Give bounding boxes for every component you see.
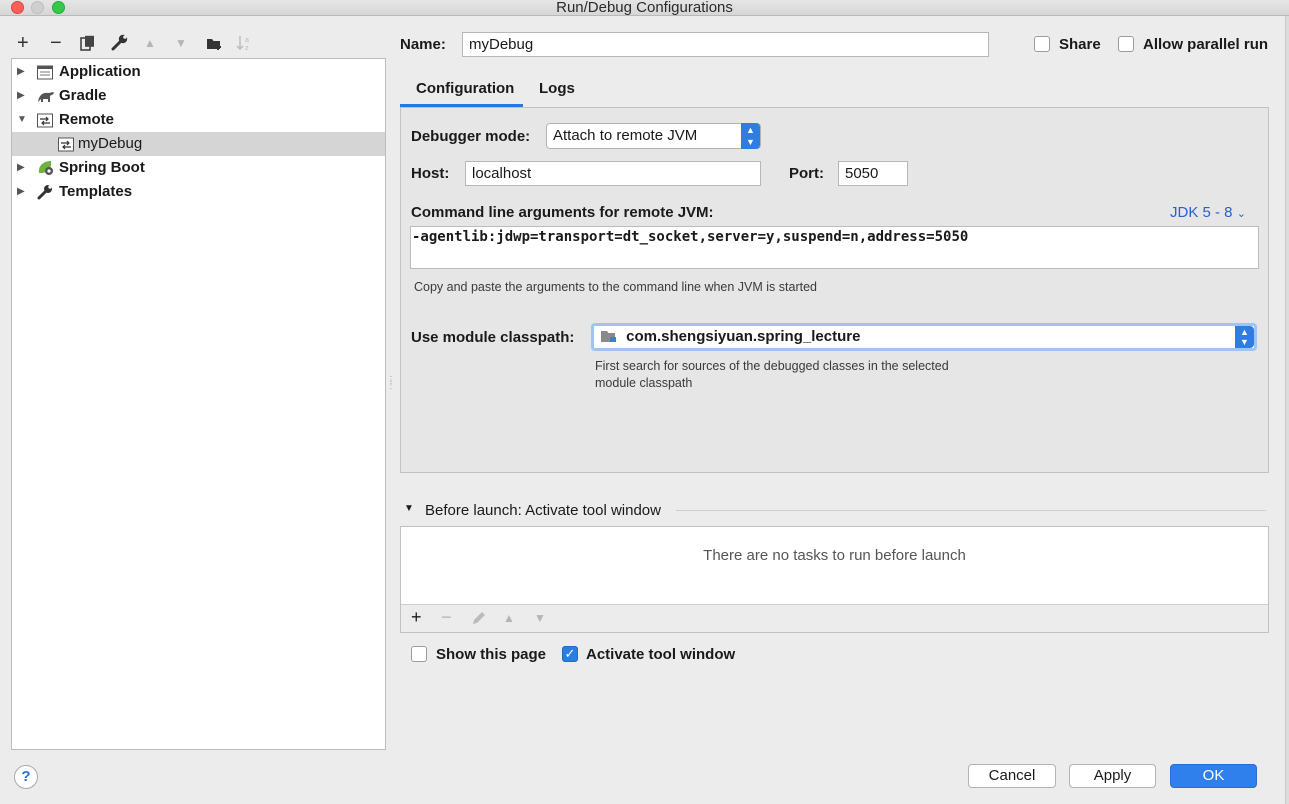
port-label: Port: <box>789 165 824 182</box>
expand-arrow-icon[interactable]: ▶ <box>17 60 25 84</box>
allow-parallel-run-checkbox[interactable] <box>1118 36 1134 52</box>
tree-item-gradle[interactable]: ▶ Gradle <box>12 84 385 108</box>
edit-pencil-icon[interactable] <box>471 610 487 631</box>
title-bar: Run/Debug Configurations <box>0 0 1289 16</box>
module-folder-icon <box>600 328 618 350</box>
tree-item-templates[interactable]: ▶ Templates <box>12 180 385 204</box>
move-up-button[interactable]: ▲ <box>144 32 156 54</box>
gradle-icon <box>37 88 54 103</box>
svg-text:a: a <box>245 37 249 44</box>
background-window-edge <box>1285 16 1289 804</box>
tree-item-label: myDebug <box>78 135 143 152</box>
move-task-up-button[interactable]: ▲ <box>503 611 515 625</box>
tree-item-remote[interactable]: ▼ Remote <box>12 108 385 132</box>
name-field[interactable]: myDebug <box>462 32 989 57</box>
host-field[interactable]: localhost <box>465 161 761 186</box>
splitter-handle[interactable]: ⋮ ⋮ <box>386 376 396 391</box>
spring-boot-icon <box>37 160 53 175</box>
command-line-hint: Copy and paste the arguments to the comm… <box>414 280 817 294</box>
tree-item-label: Spring Boot <box>59 159 145 176</box>
chevron-updown-icon: ▲ ▼ <box>1235 326 1254 348</box>
ok-button[interactable]: OK <box>1170 764 1257 788</box>
tree-item-label: Gradle <box>59 87 107 104</box>
remove-task-button[interactable]: − <box>441 607 452 628</box>
allow-parallel-run-label: Allow parallel run <box>1143 36 1269 53</box>
name-label: Name: <box>400 36 446 53</box>
chevron-down-icon: ⌄ <box>1236 208 1246 220</box>
share-checkbox[interactable] <box>1034 36 1050 52</box>
debugger-mode-value: Attach to remote JVM <box>553 127 698 144</box>
host-label: Host: <box>411 165 450 182</box>
tree-item-label: Application <box>59 63 141 80</box>
copy-icon[interactable] <box>80 34 95 56</box>
collapse-arrow-icon[interactable]: ▼ <box>17 108 27 132</box>
classpath-hint-line: First search for sources of the debugged… <box>595 359 949 373</box>
share-label: Share <box>1059 36 1101 53</box>
debugger-mode-select[interactable]: Attach to remote JVM ▲ ▼ <box>546 123 761 149</box>
expand-arrow-icon[interactable]: ▶ <box>17 180 25 204</box>
help-button[interactable]: ? <box>14 765 38 789</box>
before-launch-title: Before launch: Activate tool window <box>425 502 661 519</box>
add-task-button[interactable]: + <box>411 607 422 628</box>
configuration-tree[interactable]: ▶ Application ▶ Gradle ▼ Remote myDebug … <box>11 58 386 750</box>
wrench-icon[interactable] <box>111 34 129 56</box>
before-launch-task-list[interactable]: There are no tasks to run before launch … <box>400 526 1269 633</box>
classpath-hint-line: module classpath <box>595 376 693 390</box>
remote-icon <box>58 136 74 152</box>
sort-icon[interactable]: az <box>236 34 253 56</box>
jdk-version-dropdown[interactable]: JDK 5 - 8 ⌄ <box>1170 204 1246 221</box>
add-configuration-button[interactable]: + <box>17 32 29 54</box>
expand-arrow-icon[interactable]: ▶ <box>17 156 25 180</box>
tab-logs[interactable]: Logs <box>539 80 575 97</box>
move-down-button[interactable]: ▼ <box>175 32 187 54</box>
collapse-arrow-icon[interactable]: ▼ <box>404 503 414 514</box>
tree-item-label: Remote <box>59 111 115 128</box>
section-divider <box>676 510 1266 511</box>
remote-icon <box>37 112 53 128</box>
empty-tasks-text: There are no tasks to run before launch <box>703 547 966 564</box>
tree-item-mydebug[interactable]: myDebug <box>12 132 385 156</box>
show-this-page-label: Show this page <box>436 646 547 663</box>
apply-button[interactable]: Apply <box>1069 764 1156 788</box>
tasks-toolbar: + − ▲ ▼ <box>401 604 1268 632</box>
move-task-down-button[interactable]: ▼ <box>534 611 546 625</box>
expand-arrow-icon[interactable]: ▶ <box>17 84 25 108</box>
tree-item-spring-boot[interactable]: ▶ Spring Boot <box>12 156 385 180</box>
jdk-version-label: JDK 5 - 8 <box>1170 204 1233 221</box>
classpath-hint: First search for sources of the debugged… <box>595 358 949 392</box>
application-icon <box>37 64 53 80</box>
folder-icon[interactable] <box>206 34 223 56</box>
command-line-label: Command line arguments for remote JVM: <box>411 204 714 221</box>
port-field[interactable]: 5050 <box>838 161 908 186</box>
svg-text:z: z <box>245 45 249 51</box>
cancel-button[interactable]: Cancel <box>968 764 1056 788</box>
module-classpath-value: com.shengsiyuan.spring_lecture <box>626 328 861 345</box>
activate-tool-window-checkbox[interactable]: ✓ <box>562 646 578 662</box>
debugger-mode-label: Debugger mode: <box>411 128 531 145</box>
module-classpath-select[interactable]: com.shengsiyuan.spring_lecture ▲ ▼ <box>591 323 1257 351</box>
tree-item-label: Templates <box>59 183 133 200</box>
wrench-icon <box>37 184 53 200</box>
tree-item-application[interactable]: ▶ Application <box>12 60 385 84</box>
chevron-updown-icon: ▲ ▼ <box>741 123 760 149</box>
module-classpath-label: Use module classpath: <box>411 329 575 346</box>
tab-configuration[interactable]: Configuration <box>416 80 514 97</box>
window-title: Run/Debug Configurations <box>556 0 733 16</box>
activate-tool-window-label: Activate tool window <box>586 646 736 663</box>
show-this-page-checkbox[interactable] <box>411 646 427 662</box>
command-line-arguments[interactable]: -agentlib:jdwp=transport=dt_socket,serve… <box>410 226 1259 269</box>
remove-configuration-button[interactable]: − <box>50 32 62 54</box>
checkmark-icon: ✓ <box>564 646 576 661</box>
